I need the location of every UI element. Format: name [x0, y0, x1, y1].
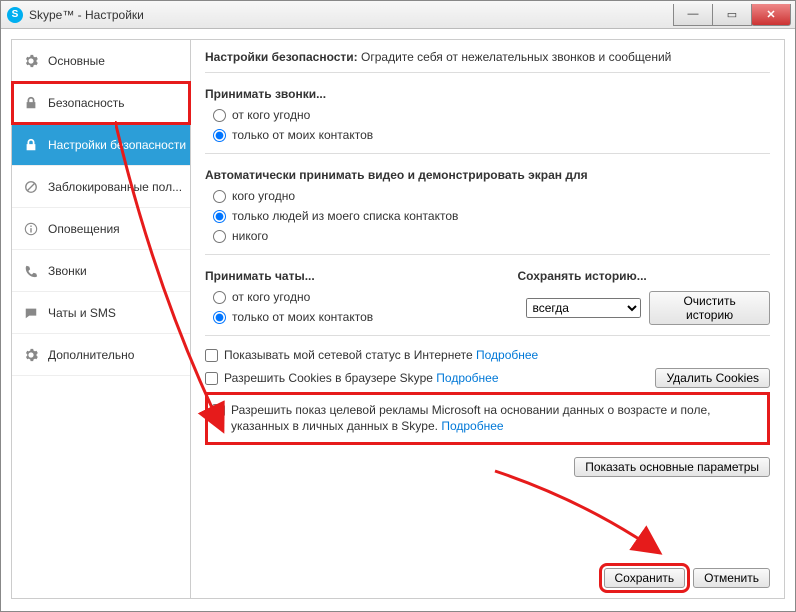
status-text: Показывать мой сетевой статус в Интернет…	[224, 347, 770, 364]
cancel-button[interactable]: Отменить	[693, 568, 770, 588]
divider	[205, 153, 770, 154]
calls-anyone-radio[interactable]	[213, 109, 226, 122]
cookies-checkbox[interactable]	[205, 372, 218, 385]
sidebar-item-label: Безопасность	[48, 96, 125, 110]
sidebar-item-label: Дополнительно	[48, 348, 134, 362]
video-anyone-radio[interactable]	[213, 190, 226, 203]
cookies-text: Разрешить Cookies в браузере Skype Подро…	[224, 370, 647, 387]
sidebar-item-label: Звонки	[48, 264, 87, 278]
settings-window: S Skype™ - Настройки — ▭ ✕ Основные Безо…	[0, 0, 796, 612]
sidebar-item-label: Основные	[48, 54, 105, 68]
sidebar: Основные Безопасность Настройки безопасн…	[11, 39, 191, 599]
chats-contacts-row[interactable]: только от моих контактов	[205, 307, 458, 327]
save-button[interactable]: Сохранить	[604, 568, 686, 588]
header-title: Настройки безопасности:	[205, 50, 358, 64]
targeted-more-link[interactable]: Подробнее	[441, 419, 503, 433]
targeted-text: Разрешить показ целевой рекламы Microsof…	[231, 402, 763, 436]
calls-title: Принимать звонки...	[205, 87, 770, 101]
video-anyone-label: кого угодно	[232, 189, 295, 203]
cookies-more-link[interactable]: Подробнее	[436, 371, 498, 385]
sidebar-item-blocked[interactable]: Заблокированные пол...	[12, 166, 190, 208]
block-icon	[24, 180, 38, 194]
close-button[interactable]: ✕	[751, 4, 791, 26]
minimize-button[interactable]: —	[673, 4, 713, 26]
targeted-check-row[interactable]: Разрешить показ целевой рекламы Microsof…	[212, 399, 763, 439]
history-title: Сохранять историю...	[518, 269, 771, 283]
sidebar-item-security[interactable]: Безопасность	[12, 82, 190, 124]
divider	[205, 254, 770, 255]
gear-icon	[24, 54, 38, 68]
chats-contacts-radio[interactable]	[213, 311, 226, 324]
chats-anyone-radio[interactable]	[213, 291, 226, 304]
show-basic-button[interactable]: Показать основные параметры	[574, 457, 770, 477]
status-checkbox[interactable]	[205, 349, 218, 362]
content-panel: Настройки безопасности: Оградите себя от…	[191, 39, 785, 599]
targeted-ads-box: Разрешить показ целевой рекламы Microsof…	[205, 392, 770, 446]
video-noone-label: никого	[232, 229, 268, 243]
status-check-row[interactable]: Показывать мой сетевой статус в Интернет…	[205, 344, 770, 367]
video-contacts-row[interactable]: только людей из моего списка контактов	[205, 206, 770, 226]
sidebar-item-label: Настройки безопасности	[48, 138, 186, 152]
video-anyone-row[interactable]: кого угодно	[205, 186, 770, 206]
sidebar-item-advanced[interactable]: Дополнительно	[12, 334, 190, 376]
sidebar-item-label: Заблокированные пол...	[48, 180, 182, 194]
sidebar-item-notifications[interactable]: Оповещения	[12, 208, 190, 250]
lock-icon	[24, 138, 38, 152]
delete-cookies-button[interactable]: Удалить Cookies	[655, 368, 770, 388]
titlebar: S Skype™ - Настройки — ▭ ✕	[1, 1, 795, 29]
cookies-check-row[interactable]: Разрешить Cookies в браузере Skype Подро…	[205, 367, 647, 390]
calls-contacts-radio[interactable]	[213, 129, 226, 142]
chats-history-row: Принимать чаты... от кого угодно только …	[205, 263, 770, 327]
content-header: Настройки безопасности: Оградите себя от…	[205, 50, 770, 73]
calls-contacts-label: только от моих контактов	[232, 128, 373, 142]
window-title: Skype™ - Настройки	[29, 8, 144, 22]
clear-history-button[interactable]: Очистить историю	[649, 291, 770, 325]
header-subtitle: Оградите себя от нежелательных звонков и…	[361, 50, 671, 64]
history-col: Сохранять историю... всегда Очистить ист…	[518, 263, 771, 327]
sidebar-item-security-settings[interactable]: Настройки безопасности	[12, 124, 190, 166]
video-title: Автоматически принимать видео и демонстр…	[205, 168, 770, 182]
video-noone-row[interactable]: никого	[205, 226, 770, 246]
video-noone-radio[interactable]	[213, 230, 226, 243]
chat-icon	[24, 306, 38, 320]
sidebar-item-calls[interactable]: Звонки	[12, 250, 190, 292]
gear-icon	[24, 348, 38, 362]
window-buttons: — ▭ ✕	[673, 4, 795, 26]
footer-buttons: Сохранить Отменить	[205, 560, 770, 588]
lock-icon	[24, 96, 38, 110]
chats-anyone-label: от кого угодно	[232, 290, 310, 304]
status-more-link[interactable]: Подробнее	[476, 348, 538, 362]
chats-title: Принимать чаты...	[205, 269, 458, 283]
chats-col: Принимать чаты... от кого угодно только …	[205, 263, 458, 327]
calls-anyone-label: от кого угодно	[232, 108, 310, 122]
history-select[interactable]: всегда	[526, 298, 642, 318]
calls-contacts-row[interactable]: только от моих контактов	[205, 125, 770, 145]
video-contacts-radio[interactable]	[213, 210, 226, 223]
sidebar-item-chats[interactable]: Чаты и SMS	[12, 292, 190, 334]
video-contacts-label: только людей из моего списка контактов	[232, 209, 458, 223]
divider	[205, 335, 770, 336]
sidebar-item-label: Оповещения	[48, 222, 120, 236]
sidebar-item-general[interactable]: Основные	[12, 40, 190, 82]
targeted-checkbox[interactable]	[212, 404, 225, 417]
phone-icon	[24, 264, 38, 278]
skype-icon: S	[7, 7, 23, 23]
info-icon	[24, 222, 38, 236]
chats-anyone-row[interactable]: от кого угодно	[205, 287, 458, 307]
calls-anyone-row[interactable]: от кого угодно	[205, 105, 770, 125]
sidebar-item-label: Чаты и SMS	[48, 306, 116, 320]
body: Основные Безопасность Настройки безопасн…	[1, 29, 795, 609]
chats-contacts-label: только от моих контактов	[232, 310, 373, 324]
maximize-button[interactable]: ▭	[712, 4, 752, 26]
